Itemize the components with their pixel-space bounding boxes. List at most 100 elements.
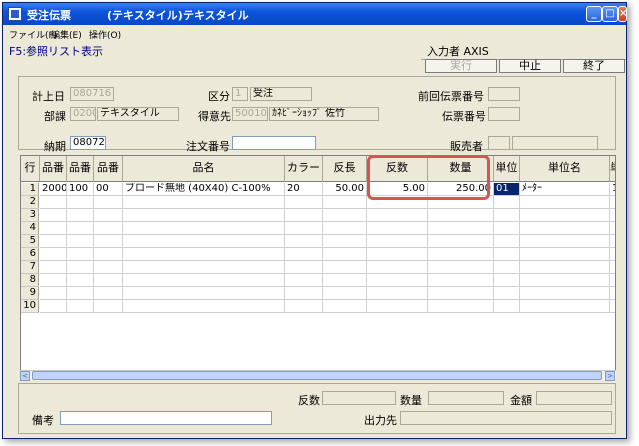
- grid-cell-color[interactable]: [285, 209, 323, 222]
- grid-cell-piece-count[interactable]: [367, 222, 428, 235]
- grid-cell-piece-count[interactable]: [367, 287, 428, 300]
- grid-cell-color[interactable]: [285, 274, 323, 287]
- column-header-item-code-3[interactable]: 品番: [94, 156, 123, 182]
- grid-cell-item-code-3[interactable]: [94, 209, 123, 222]
- grid-cell-item-code-3[interactable]: [94, 274, 123, 287]
- slip-number-field[interactable]: [488, 107, 520, 121]
- horizontal-scrollbar[interactable]: < >: [20, 370, 616, 381]
- grid-cell-quantity[interactable]: [428, 287, 494, 300]
- maximize-button[interactable]: □: [602, 6, 618, 22]
- grid-cell-item-code-3[interactable]: [94, 248, 123, 261]
- title-bar[interactable]: 受注伝票 (テキスタイル) テキスタイル _ □ ×: [3, 3, 627, 25]
- grid-cell-item-code-2[interactable]: [67, 222, 94, 235]
- column-header-color[interactable]: カラー: [285, 156, 323, 182]
- grid-cell-quantity[interactable]: [428, 261, 494, 274]
- stop-button[interactable]: 中止: [499, 59, 561, 73]
- grid-cell-piece-length[interactable]: [323, 300, 367, 313]
- grid-cell-unit-price-flag[interactable]: [610, 248, 615, 261]
- order-number-field[interactable]: [232, 136, 316, 150]
- exit-button[interactable]: 終了: [563, 59, 625, 73]
- grid-cell-piece-length[interactable]: [323, 196, 367, 209]
- grid-cell-item-code-1[interactable]: [40, 196, 67, 209]
- grid-cell-item-code-1[interactable]: [40, 287, 67, 300]
- grid-cell-item-code-2[interactable]: [67, 274, 94, 287]
- due-date-field[interactable]: 080720: [70, 136, 106, 150]
- grid-cell-item-code-1[interactable]: [40, 248, 67, 261]
- grid-cell-product-name[interactable]: [123, 196, 285, 209]
- column-header-product-name[interactable]: 品名: [123, 156, 285, 182]
- grid-cell-color[interactable]: [285, 261, 323, 274]
- grid-cell-piece-length[interactable]: [323, 274, 367, 287]
- grid-cell-product-name[interactable]: [123, 209, 285, 222]
- grid-cell-unit-name[interactable]: [520, 287, 610, 300]
- grid-cell-quantity[interactable]: [428, 300, 494, 313]
- grid-cell-item-code-3[interactable]: [94, 261, 123, 274]
- grid-cell-unit[interactable]: [494, 235, 520, 248]
- grid-cell-unit[interactable]: [494, 196, 520, 209]
- grid-cell-piece-count[interactable]: [367, 261, 428, 274]
- grid-cell-unit-name[interactable]: [520, 222, 610, 235]
- grid-cell-product-name[interactable]: [123, 261, 285, 274]
- column-header-unit-price-flag[interactable]: 単F: [610, 156, 615, 182]
- grid-cell-item-code-2[interactable]: [67, 287, 94, 300]
- grid-cell-unit-name[interactable]: [520, 300, 610, 313]
- grid-cell-item-code-3[interactable]: 00: [94, 183, 123, 196]
- grid-cell-piece-length[interactable]: [323, 287, 367, 300]
- scroll-left-arrow-icon[interactable]: <: [20, 371, 30, 381]
- remarks-field[interactable]: [60, 411, 272, 425]
- grid-cell-item-code-3[interactable]: [94, 196, 123, 209]
- grid-cell-unit-name[interactable]: [520, 261, 610, 274]
- grid-cell-item-code-1[interactable]: [40, 209, 67, 222]
- previous-slip-field[interactable]: [488, 87, 520, 101]
- grid-cell-piece-count[interactable]: [367, 209, 428, 222]
- grid-cell-item-code-1[interactable]: [40, 235, 67, 248]
- grid-cell-color[interactable]: 20: [285, 183, 323, 196]
- grid-cell-unit-price-flag[interactable]: [610, 274, 615, 287]
- grid-cell-item-code-1[interactable]: [40, 261, 67, 274]
- grid-cell-item-code-1[interactable]: [40, 222, 67, 235]
- close-button[interactable]: ×: [618, 6, 627, 22]
- seller-code-field[interactable]: [488, 136, 510, 150]
- grid-cell-item-code-2[interactable]: [67, 209, 94, 222]
- grid-cell-unit-name[interactable]: [520, 209, 610, 222]
- grid-cell-item-code-3[interactable]: [94, 287, 123, 300]
- grid-cell-unit[interactable]: [494, 261, 520, 274]
- column-header-item-code-2[interactable]: 品番: [67, 156, 94, 182]
- grid-cell-quantity[interactable]: [428, 274, 494, 287]
- grid-cell-piece-length[interactable]: [323, 222, 367, 235]
- grid-cell-piece-count[interactable]: [367, 235, 428, 248]
- grid-cell-color[interactable]: [285, 196, 323, 209]
- grid-cell-item-code-1[interactable]: [40, 274, 67, 287]
- grid-cell-product-name[interactable]: [123, 222, 285, 235]
- grid-cell-product-name[interactable]: [123, 248, 285, 261]
- column-header-item-code-1[interactable]: 品番: [40, 156, 67, 182]
- grid-cell-unit-price-flag[interactable]: [610, 300, 615, 313]
- grid-cell-color[interactable]: [285, 300, 323, 313]
- grid-cell-piece-length[interactable]: [323, 209, 367, 222]
- grid-cell-unit-name[interactable]: ﾒｰﾀｰ: [520, 183, 610, 196]
- grid-cell-product-name[interactable]: ブロード無地 (40X40) C-100%: [123, 183, 285, 196]
- grid-cell-quantity[interactable]: [428, 248, 494, 261]
- grid-cell-product-name[interactable]: [123, 274, 285, 287]
- grid-cell-unit[interactable]: 01: [494, 183, 520, 196]
- grid-cell-unit[interactable]: [494, 274, 520, 287]
- grid-cell-piece-count[interactable]: [367, 248, 428, 261]
- grid-cell-quantity[interactable]: [428, 209, 494, 222]
- grid-cell-color[interactable]: [285, 248, 323, 261]
- grid-cell-product-name[interactable]: [123, 287, 285, 300]
- grid-cell-unit[interactable]: [494, 287, 520, 300]
- grid-cell-piece-length[interactable]: [323, 248, 367, 261]
- grid-cell-item-code-2[interactable]: [67, 300, 94, 313]
- scroll-thumb[interactable]: [32, 371, 602, 380]
- grid-cell-piece-length[interactable]: 50.00: [323, 183, 367, 196]
- grid-cell-item-code-2[interactable]: [67, 261, 94, 274]
- column-header-row-number[interactable]: 行: [21, 156, 40, 182]
- grid-cell-unit[interactable]: [494, 300, 520, 313]
- grid-cell-piece-count[interactable]: [367, 274, 428, 287]
- grid-cell-unit-name[interactable]: [520, 196, 610, 209]
- grid-cell-item-code-2[interactable]: 100: [67, 183, 94, 196]
- grid-cell-unit[interactable]: [494, 248, 520, 261]
- grid-cell-item-code-3[interactable]: [94, 235, 123, 248]
- grid-cell-unit-price-flag[interactable]: [610, 261, 615, 274]
- menu-edit[interactable]: 編集(E): [51, 28, 82, 41]
